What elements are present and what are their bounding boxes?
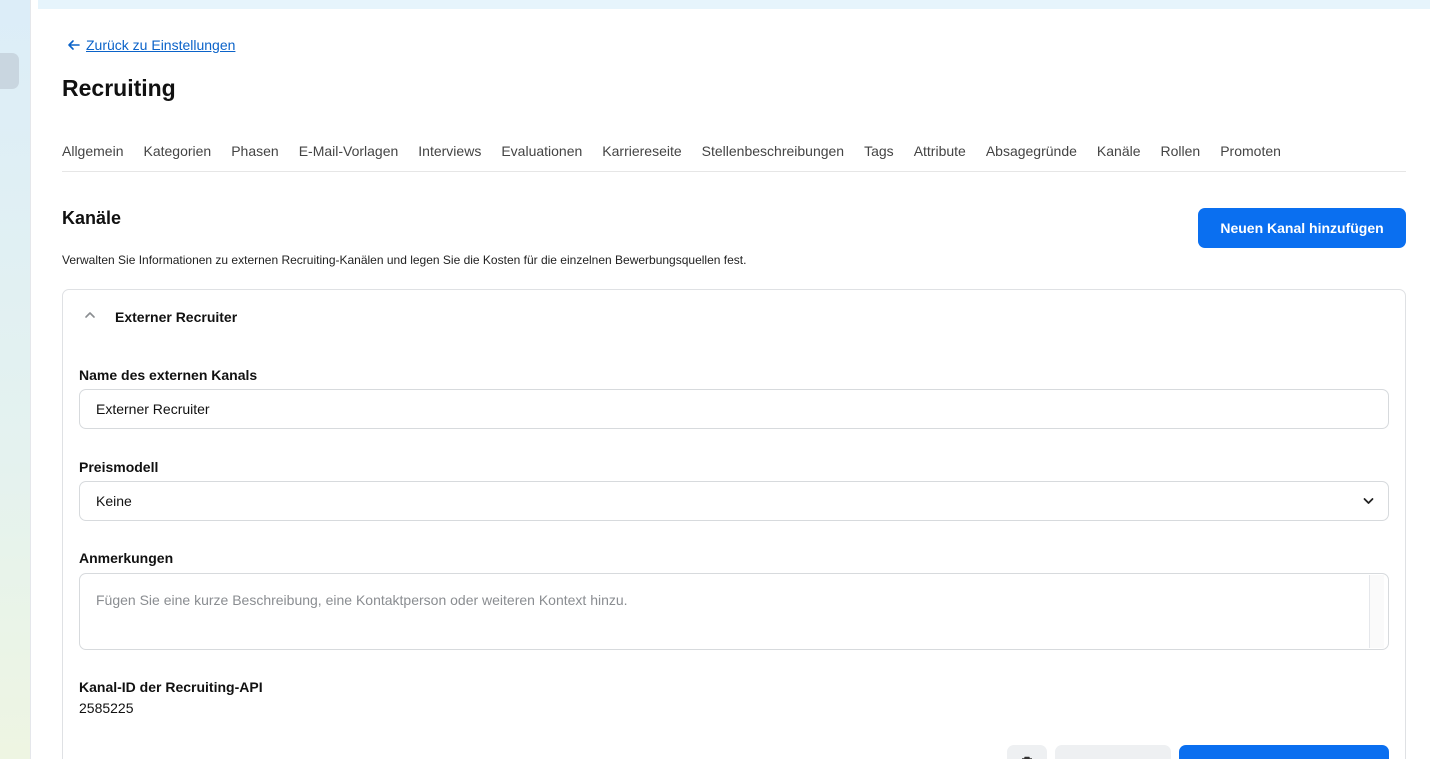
tab-tags[interactable]: Tags xyxy=(864,141,894,172)
notes-label: Anmerkungen xyxy=(79,550,174,566)
channel-name-label: Name des externen Kanals xyxy=(79,367,258,383)
save-channel-button[interactable] xyxy=(1179,745,1389,759)
channel-card-title: Externer Recruiter xyxy=(115,309,238,325)
tab-absagegruende[interactable]: Absagegründe xyxy=(986,141,1077,172)
settings-tabs: Allgemein Kategorien Phasen E-Mail-Vorla… xyxy=(62,141,1406,172)
chevron-down-icon xyxy=(1363,498,1374,504)
tab-rollen[interactable]: Rollen xyxy=(1161,141,1201,172)
tab-karriereseite[interactable]: Karriereseite xyxy=(602,141,681,172)
section-description: Verwalten Sie Informationen zu externen … xyxy=(62,253,747,267)
notes-scrollbar[interactable] xyxy=(1369,575,1384,648)
channel-name-input[interactable] xyxy=(79,389,1389,429)
tab-allgemein[interactable]: Allgemein xyxy=(62,141,123,172)
api-id-label: Kanal-ID der Recruiting-API xyxy=(79,679,263,695)
section-title: Kanäle xyxy=(62,208,122,228)
tab-kategorien[interactable]: Kategorien xyxy=(143,141,211,172)
back-link-label[interactable]: Zurück zu Einstellungen xyxy=(86,37,235,53)
tab-kanaele[interactable]: Kanäle xyxy=(1097,141,1141,172)
channel-card-header[interactable]: Externer Recruiter xyxy=(63,290,1405,342)
arrow-left-icon xyxy=(68,40,80,50)
channel-card: Externer Recruiter Name des externen Kan… xyxy=(62,289,1406,759)
notes-field xyxy=(79,573,1389,650)
left-rail xyxy=(0,0,30,759)
trash-icon xyxy=(1022,756,1032,759)
top-strip xyxy=(38,0,1430,9)
back-link[interactable]: Zurück zu Einstellungen xyxy=(66,37,235,53)
api-id-value: 2585225 xyxy=(79,700,134,716)
pricing-model-value: Keine xyxy=(96,493,132,509)
notes-textarea[interactable] xyxy=(80,574,1370,649)
pricing-model-select[interactable]: Keine xyxy=(79,481,1389,521)
tab-phasen[interactable]: Phasen xyxy=(231,141,278,172)
cancel-button[interactable] xyxy=(1055,745,1171,759)
delete-channel-button[interactable] xyxy=(1007,745,1047,759)
add-channel-button[interactable]: Neuen Kanal hinzufügen xyxy=(1198,208,1406,248)
tab-attribute[interactable]: Attribute xyxy=(914,141,966,172)
settings-panel: Zurück zu Einstellungen Recruiting Allge… xyxy=(30,0,1431,759)
pricing-model-label: Preismodell xyxy=(79,459,159,475)
tab-evaluationen[interactable]: Evaluationen xyxy=(501,141,582,172)
tab-interviews[interactable]: Interviews xyxy=(418,141,481,172)
page-title: Recruiting xyxy=(62,75,176,101)
rail-tab[interactable] xyxy=(0,53,19,89)
tab-stellenbeschreibungen[interactable]: Stellenbeschreibungen xyxy=(702,141,844,172)
chevron-up-icon[interactable] xyxy=(83,310,97,320)
tab-email-vorlagen[interactable]: E-Mail-Vorlagen xyxy=(299,141,399,172)
tab-promoten[interactable]: Promoten xyxy=(1220,141,1281,172)
